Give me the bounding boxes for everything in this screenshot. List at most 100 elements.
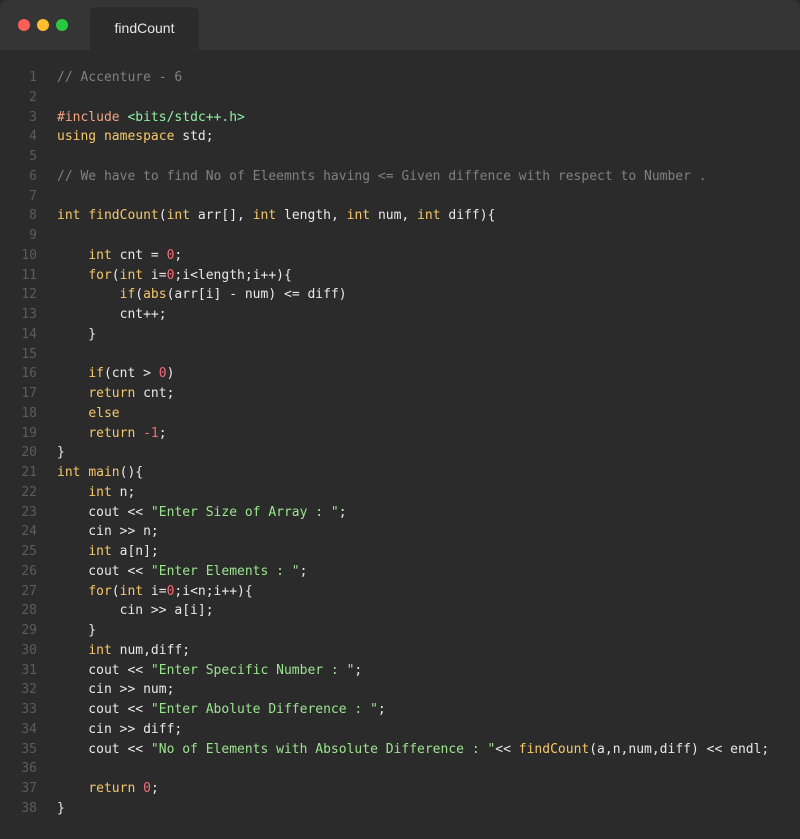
code-text: // Accenture - 6	[57, 68, 182, 88]
line-number: 14	[21, 326, 37, 342]
line-number: 36	[21, 761, 37, 777]
code-text: cnt++;	[57, 305, 167, 325]
code-token: (	[111, 583, 120, 599]
code-token: (arr[i] - num) <= diff)	[166, 287, 347, 303]
code-line: 24 cin >> n;	[0, 522, 800, 542]
code-line: 36	[0, 759, 800, 779]
code-line: 28 cin >> a[i];	[0, 601, 800, 621]
code-token: return	[88, 781, 136, 796]
code-editor[interactable]: 1// Accenture - 6 2 3 #include <bits/stdc++…	[0, 68, 800, 819]
code-token: "Enter Elements : "	[150, 563, 300, 579]
code-token: (cnt >	[103, 366, 159, 382]
code-token: n;	[111, 484, 136, 500]
line-number: 10	[21, 247, 37, 263]
code-text: using namespace std;	[57, 127, 214, 147]
code-line: 38}	[0, 799, 800, 819]
code-token: ;i<n;i++){	[174, 583, 253, 599]
code-token: "Enter Abolute Difference : "	[150, 702, 378, 717]
code-text: if(cnt > 0)	[57, 364, 174, 384]
code-token: }	[57, 623, 97, 638]
code-text: cin >> a[i];	[57, 601, 214, 621]
code-token: int	[346, 208, 371, 224]
code-text: int findCount(int arr[], int length, int…	[57, 206, 495, 226]
code-line: 34 cin >> diff;	[0, 720, 800, 740]
line-number: 8	[29, 208, 37, 224]
code-token: "Enter Specific Number : "	[150, 662, 355, 678]
maximize-button[interactable]	[56, 19, 68, 31]
code-token: ;i<length;i++){	[174, 267, 292, 283]
code-token: for	[88, 267, 112, 283]
code-token: (	[135, 287, 144, 303]
code-token: int	[119, 583, 144, 599]
line-number: 9	[29, 228, 37, 243]
code-token: cnt++;	[57, 307, 167, 322]
code-token: std;	[174, 129, 214, 145]
code-token: cout <<	[57, 741, 151, 757]
code-token: ;	[377, 702, 386, 717]
code-line: 17 return cnt;	[0, 384, 800, 404]
code-token: i=	[143, 267, 167, 283]
line-number: 16	[21, 366, 37, 382]
code-token: cin >> num;	[57, 682, 175, 698]
code-line: 22 int n;	[0, 483, 800, 503]
code-token: return	[88, 425, 136, 441]
minimize-button[interactable]	[37, 19, 49, 31]
file-tab[interactable]: findCount	[90, 7, 199, 50]
code-text: cin >> diff;	[57, 720, 182, 740]
code-line: 25 int a[n];	[0, 542, 800, 562]
line-number: 25	[21, 544, 37, 559]
line-number: 29	[21, 623, 37, 638]
code-line: 1 // Accenture - 6	[0, 68, 800, 88]
code-token: a[n];	[111, 544, 159, 559]
code-token: }	[57, 800, 65, 816]
code-token: if	[88, 366, 104, 382]
code-token: cin >> diff;	[57, 721, 183, 737]
code-text: // We have to find No of Eleemnts having…	[57, 167, 707, 187]
code-token: int	[88, 544, 112, 559]
code-token: main	[88, 465, 120, 480]
code-token: <bits/stdc++.h>	[127, 109, 245, 125]
code-token: abs	[143, 287, 167, 303]
line-number: 6	[29, 168, 37, 184]
code-token: int	[57, 465, 81, 480]
code-line: 8 int findCount(int arr[], int length, in…	[0, 206, 800, 226]
code-token: else	[88, 405, 120, 421]
close-button[interactable]	[18, 19, 30, 31]
code-token: 0	[143, 781, 151, 796]
code-token: int	[88, 247, 112, 263]
code-text: int n;	[57, 483, 135, 503]
line-number: 13	[21, 307, 37, 322]
code-line: 35 cout << "No of Elements with Absolute…	[0, 740, 800, 760]
line-number: 1	[29, 70, 37, 85]
code-line: 33 cout << "Enter Abolute Difference : "…	[0, 700, 800, 720]
code-token: int	[119, 267, 144, 283]
code-token: (	[111, 267, 120, 283]
code-text: }	[57, 325, 96, 345]
code-line: 37 return 0;	[0, 779, 800, 799]
line-number: 30	[21, 642, 37, 658]
code-text: cout << "Enter Elements : ";	[57, 562, 307, 582]
code-token: cin >> n;	[57, 524, 159, 540]
code-token: cout <<	[57, 702, 151, 717]
code-token: return	[88, 386, 136, 401]
code-line: 15	[0, 345, 800, 365]
line-number: 3	[29, 109, 37, 125]
code-line: 20}	[0, 443, 800, 463]
code-token: cnt;	[135, 386, 175, 401]
code-text: int a[n];	[57, 542, 159, 562]
line-number: 21	[21, 465, 37, 480]
line-number: 11	[21, 267, 37, 283]
code-token: }	[57, 326, 97, 342]
code-token: "No of Elements with Absolute Difference…	[150, 741, 496, 757]
